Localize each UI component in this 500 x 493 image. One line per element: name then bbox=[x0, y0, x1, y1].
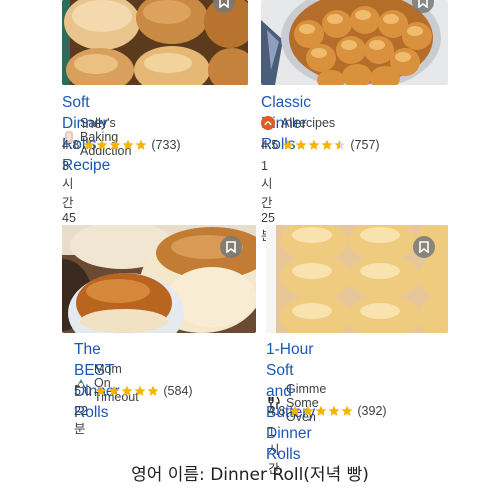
rating-value: 4.8 bbox=[62, 138, 80, 152]
source-name: Allrecipes bbox=[281, 116, 336, 130]
star-icon bbox=[328, 405, 340, 416]
recipe-rating: 5.0 (584) bbox=[74, 384, 193, 398]
star-icon bbox=[108, 385, 120, 396]
star-rating bbox=[83, 139, 147, 151]
rating-count: (584) bbox=[163, 384, 193, 398]
rating-count: (733) bbox=[151, 138, 181, 152]
star-icon bbox=[302, 405, 314, 416]
star-rating bbox=[289, 405, 353, 417]
star-icon bbox=[295, 139, 307, 150]
star-icon bbox=[122, 139, 134, 150]
recipe-rating: 4.8 (392) bbox=[268, 404, 387, 418]
bookmark-icon bbox=[419, 241, 429, 253]
rating-count: (392) bbox=[357, 404, 387, 418]
star-icon bbox=[95, 385, 107, 396]
allrecipes-logo-icon bbox=[261, 116, 275, 130]
star-icon bbox=[341, 405, 353, 416]
star-icon bbox=[315, 405, 327, 416]
rating-count: (757) bbox=[350, 138, 380, 152]
star-icon bbox=[135, 139, 147, 150]
star-icon bbox=[147, 385, 159, 396]
bookmark-icon bbox=[226, 241, 236, 253]
rating-value: 4.5 bbox=[261, 138, 279, 152]
recipe-rating: 4.8 (733) bbox=[62, 138, 181, 152]
star-icon bbox=[282, 139, 294, 150]
star-icon bbox=[121, 385, 133, 396]
star-rating bbox=[282, 139, 346, 151]
star-icon bbox=[83, 139, 95, 150]
star-rating bbox=[95, 385, 159, 397]
save-recipe-button[interactable] bbox=[220, 236, 242, 258]
star-icon bbox=[96, 139, 108, 150]
recipe-image-soft-dinner-rolls[interactable] bbox=[62, 0, 248, 85]
rating-value: 4.8 bbox=[268, 404, 286, 418]
star-icon bbox=[334, 139, 346, 150]
star-icon bbox=[134, 385, 146, 396]
star-icon bbox=[289, 405, 301, 416]
star-icon bbox=[109, 139, 121, 150]
save-recipe-button[interactable] bbox=[413, 236, 435, 258]
rating-value: 5.0 bbox=[74, 384, 92, 398]
recipe-rating: 4.5 (757) bbox=[261, 138, 380, 152]
cook-time: 22분 bbox=[74, 404, 88, 436]
image-caption: 영어 이름: Dinner Roll(저녁 빵) bbox=[131, 465, 369, 485]
star-icon bbox=[308, 139, 320, 150]
recipe-source[interactable]: Allrecipes bbox=[261, 116, 335, 130]
bookmark-icon bbox=[418, 0, 428, 8]
star-icon bbox=[321, 139, 333, 150]
bookmark-icon bbox=[219, 0, 229, 8]
